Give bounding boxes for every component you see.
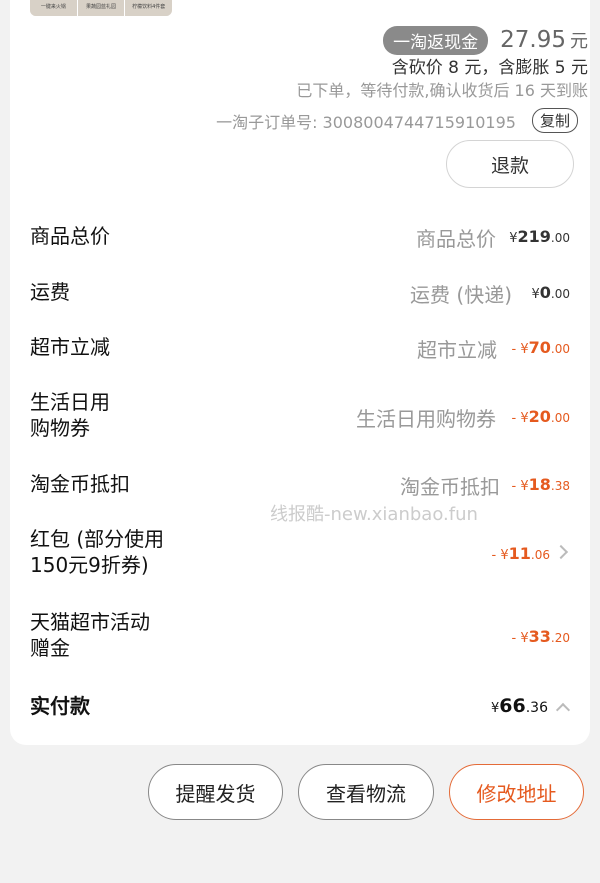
row-label: 生活日用 购物券 <box>30 390 110 440</box>
row-label: 红包 (部分使用 150元9折券) <box>30 527 165 577</box>
row-amount: - ¥18.38 <box>511 475 570 494</box>
row-description: 运费 (快递) <box>410 283 512 307</box>
order-number: 一淘子订单号: 3008004744715910195 <box>216 112 516 132</box>
row-label: 实付款 <box>30 694 90 718</box>
cash-back-unit: 元 <box>570 31 588 52</box>
thumb-caption: 一键来火锅 <box>30 0 78 16</box>
row-amount: - ¥11.06 <box>491 544 550 563</box>
thumb-caption: 柠檬饮料4件套 <box>125 0 172 16</box>
change-address-button[interactable]: 修改地址 <box>449 764 584 820</box>
row-description: 淘金币抵扣 <box>400 475 500 499</box>
row-amount: ¥219.00 <box>509 227 570 246</box>
refund-button[interactable]: 退款 <box>446 140 574 188</box>
row-label: 运费 <box>30 280 70 304</box>
row-description: 超市立减 <box>417 338 497 362</box>
cash-back-row: 一淘返现金 27.95 元 <box>383 25 588 55</box>
cash-back-detail: 含砍价 8 元，含膨胀 5 元 <box>391 58 588 78</box>
row-amount: - ¥33.20 <box>511 627 570 646</box>
cash-back-amount: 27.95 <box>500 27 566 53</box>
product-thumbnail[interactable]: 一键来火锅 果蔬园蓝礼园 柠檬饮料4件套 <box>30 0 172 16</box>
chevron-up-icon <box>555 702 571 718</box>
order-number-row: 一淘子订单号: 3008004744715910195 复制 <box>216 108 578 133</box>
row-amount: - ¥70.00 <box>511 338 570 357</box>
row-description: 商品总价 <box>416 227 496 251</box>
chevron-right-icon <box>553 544 569 560</box>
row-label: 超市立减 <box>30 335 110 359</box>
remind-shipment-button[interactable]: 提醒发货 <box>148 764 283 820</box>
price-row-red-packet[interactable]: 红包 (部分使用 150元9折券) - ¥11.06 <box>0 526 600 582</box>
row-amount: ¥0.00 <box>531 283 570 302</box>
row-label: 淘金币抵扣 <box>30 472 130 496</box>
view-logistics-button[interactable]: 查看物流 <box>298 764 434 820</box>
paid-amount: ¥66.36 <box>491 695 548 717</box>
row-label: 商品总价 <box>30 224 110 248</box>
row-label: 天猫超市活动 赠金 <box>30 610 150 660</box>
watermark-text: 线报酷-new.xianbao.fun <box>270 504 478 525</box>
row-amount: - ¥20.00 <box>511 407 570 426</box>
copy-button[interactable]: 复制 <box>531 108 578 133</box>
thumb-caption: 果蔬园蓝礼园 <box>77 0 126 16</box>
row-description: 生活日用购物券 <box>356 407 496 431</box>
cash-back-status: 已下单，等待付款,确认收货后 16 天到账 <box>296 81 588 100</box>
price-row-paid[interactable]: 实付款 ¥66.36 <box>0 693 600 723</box>
cash-back-badge: 一淘返现金 <box>383 25 489 55</box>
